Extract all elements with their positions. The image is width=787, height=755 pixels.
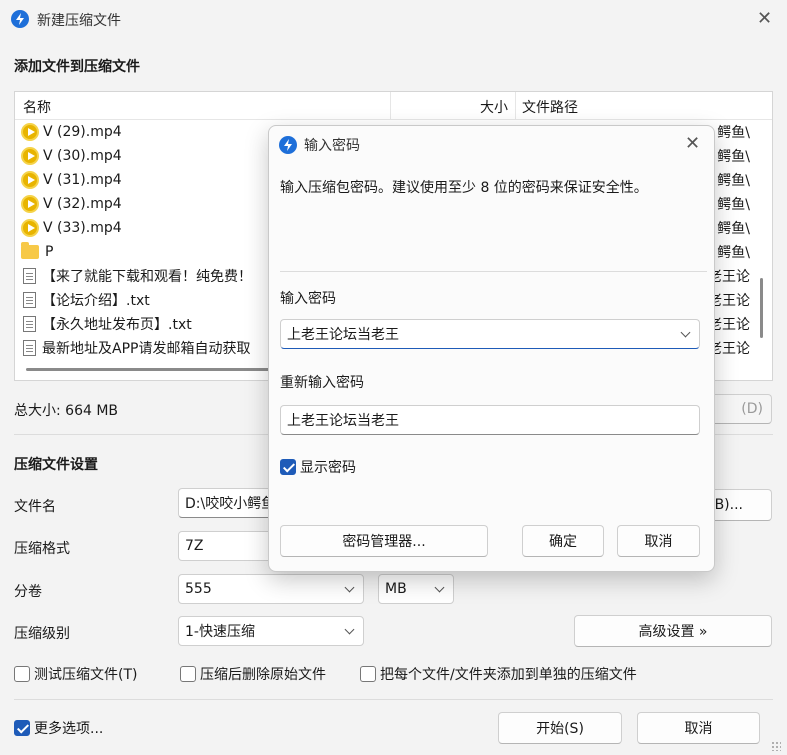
horizontal-scrollbar[interactable]	[26, 368, 276, 371]
repassword-label: 重新输入密码	[280, 375, 364, 391]
file-name: 最新地址及APP请发邮箱自动获取	[42, 341, 251, 357]
video-file-icon	[21, 195, 39, 213]
list-item[interactable]: 最新地址及APP请发邮箱自动获取	[21, 336, 250, 360]
file-path: 鳄鱼\	[717, 173, 750, 189]
password-manager-button[interactable]: 密码管理器...	[280, 525, 488, 557]
file-name: V (32).mp4	[43, 196, 122, 212]
more-options-checkbox-row[interactable]: 更多选项...	[14, 718, 103, 738]
password-dialog: 输入密码 ✕ 输入压缩包密码。建议使用至少 8 位的密码来保证安全性。 输入密码…	[268, 125, 715, 572]
dialog-cancel-button[interactable]: 取消	[617, 525, 700, 557]
vertical-scrollbar[interactable]	[760, 278, 763, 338]
file-path: 鳄鱼\	[717, 125, 750, 141]
window-close-icon[interactable]: ✕	[757, 8, 772, 29]
file-name: V (33).mp4	[43, 220, 122, 236]
video-file-icon	[21, 123, 39, 141]
split-unit-select[interactable]: MB	[378, 574, 454, 604]
file-name: V (30).mp4	[43, 148, 122, 164]
chevron-down-icon	[344, 582, 355, 592]
settings-section-title: 压缩文件设置	[14, 457, 98, 473]
test-archive-checkbox[interactable]	[14, 666, 30, 682]
file-path: 鳄鱼\	[717, 221, 750, 237]
chevron-down-icon	[434, 582, 445, 592]
split-size-select[interactable]: 555	[178, 574, 364, 604]
resize-grip-icon[interactable]	[771, 741, 781, 751]
list-item[interactable]: V (31).mp4	[21, 168, 122, 192]
column-name-header[interactable]: 名称	[23, 97, 51, 117]
total-size-label: 总大小: 664 MB	[14, 403, 119, 419]
file-name: 【永久地址发布页】.txt	[42, 317, 192, 333]
list-item[interactable]: V (30).mp4	[21, 144, 122, 168]
file-path: 鳄鱼\	[717, 149, 750, 165]
folder-icon	[21, 242, 39, 259]
file-name: 【来了就能下载和观看！纯免费！	[42, 269, 252, 285]
list-item[interactable]: P	[21, 240, 53, 264]
password-input[interactable]: 上老王论坛当老王	[280, 319, 700, 349]
separate-archives-checkbox-row[interactable]: 把每个文件/文件夹添加到单独的压缩文件	[360, 664, 637, 684]
show-password-checkbox-row[interactable]: 显示密码	[280, 457, 356, 477]
list-item[interactable]: V (33).mp4	[21, 216, 122, 240]
file-list-header: 名称 大小 文件路径	[15, 92, 772, 120]
dialog-title: 输入密码	[304, 138, 360, 154]
video-file-icon	[21, 147, 39, 165]
more-options-checkbox[interactable]	[14, 720, 30, 736]
dialog-hint-text: 输入压缩包密码。建议使用至少 8 位的密码来保证安全性。	[280, 180, 648, 196]
cancel-button[interactable]: 取消	[637, 712, 760, 744]
start-button[interactable]: 开始(S)	[498, 712, 622, 744]
file-name: P	[45, 244, 54, 260]
dialog-app-logo-icon	[279, 136, 297, 154]
show-password-checkbox[interactable]	[280, 459, 296, 475]
list-item[interactable]: 【论坛介绍】.txt	[21, 288, 150, 312]
column-path-header[interactable]: 文件路径	[522, 97, 578, 117]
list-item[interactable]: 【来了就能下载和观看！纯免费！	[21, 264, 252, 288]
level-select[interactable]: 1-快速压缩	[178, 616, 364, 646]
list-item[interactable]: V (32).mp4	[21, 192, 122, 216]
text-file-icon	[23, 340, 36, 356]
list-item[interactable]: 【永久地址发布页】.txt	[21, 312, 192, 336]
separate-archives-checkbox[interactable]	[360, 666, 376, 682]
repassword-input[interactable]: 上老王论坛当老王	[280, 405, 700, 435]
filename-label: 文件名	[14, 499, 56, 515]
text-file-icon	[23, 268, 36, 284]
chevron-down-icon	[344, 624, 355, 634]
video-file-icon	[21, 219, 39, 237]
delete-after-checkbox-row[interactable]: 压缩后删除原始文件	[180, 664, 326, 684]
text-file-icon	[23, 316, 36, 332]
video-file-icon	[21, 171, 39, 189]
delete-after-checkbox[interactable]	[180, 666, 196, 682]
file-name: V (31).mp4	[43, 172, 122, 188]
title-bar: 新建压缩文件 ✕	[0, 0, 787, 38]
split-label: 分卷	[14, 584, 42, 600]
file-name: V (29).mp4	[43, 124, 122, 140]
window-title: 新建压缩文件	[37, 13, 121, 29]
level-label: 压缩级别	[14, 626, 70, 642]
text-file-icon	[23, 292, 36, 308]
format-label: 压缩格式	[14, 541, 70, 557]
column-size-header[interactable]: 大小	[480, 97, 508, 117]
file-name: 【论坛介绍】.txt	[42, 293, 150, 309]
test-archive-checkbox-row[interactable]: 测试压缩文件(T)	[14, 664, 137, 684]
chevron-down-icon	[680, 327, 691, 337]
ok-button[interactable]: 确定	[522, 525, 604, 557]
app-logo-icon	[11, 10, 29, 28]
advanced-settings-button[interactable]: 高级设置 »	[574, 615, 772, 647]
file-path: 鳄鱼\	[717, 197, 750, 213]
password-label: 输入密码	[280, 291, 336, 307]
file-path: 鳄鱼\	[717, 245, 750, 261]
list-item[interactable]: V (29).mp4	[21, 120, 122, 144]
files-section-title: 添加文件到压缩文件	[14, 59, 140, 75]
dialog-close-icon[interactable]: ✕	[685, 133, 700, 154]
